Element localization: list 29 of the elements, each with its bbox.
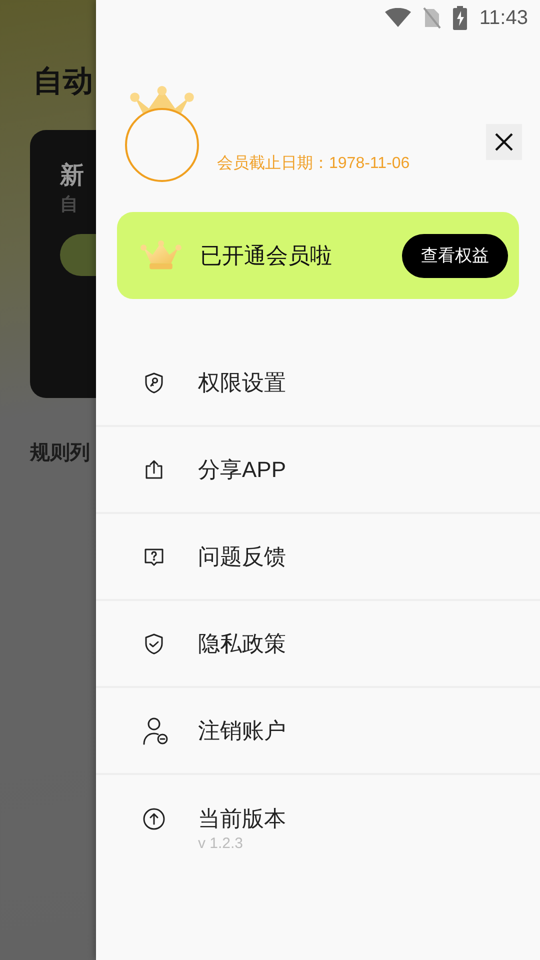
- view-benefits-button[interactable]: 查看权益: [402, 234, 508, 278]
- section-title: 规则列: [30, 441, 90, 466]
- menu-item[interactable]: 隐私政策: [96, 601, 540, 688]
- no-sim-icon: [423, 7, 442, 29]
- menu-label: 注销账户: [198, 716, 286, 744]
- member-crown-icon: [140, 240, 182, 272]
- close-button[interactable]: [486, 124, 522, 160]
- close-icon: [494, 132, 514, 152]
- menu-label: 当前版本: [198, 804, 286, 832]
- menu-item[interactable]: 当前版本 v 1.2.3: [96, 775, 540, 862]
- menu-item[interactable]: 分享APP: [96, 427, 540, 514]
- menu-label: 分享APP: [198, 456, 286, 484]
- battery-charging-icon: [453, 6, 468, 30]
- page-title: 自动: [32, 64, 93, 100]
- menu-label: 隐私政策: [198, 630, 286, 658]
- menu-item[interactable]: 权限设置: [96, 340, 540, 427]
- user-minus-icon: [142, 716, 170, 746]
- menu-item[interactable]: 问题反馈: [96, 514, 540, 601]
- status-time: 11:43: [479, 8, 528, 28]
- menu-item[interactable]: 注销账户: [96, 688, 540, 775]
- arrow-up-circle-icon: [142, 806, 166, 830]
- membership-expiry: 会员截止日期：1978-11-06: [217, 154, 410, 174]
- menu-label: 问题反馈: [198, 542, 286, 570]
- menu-label: 权限设置: [198, 368, 286, 396]
- card-title: 新: [60, 161, 84, 191]
- wifi-icon: [385, 8, 412, 28]
- version-number: v 1.2.3: [198, 834, 244, 854]
- card-subtitle: 自: [60, 193, 78, 216]
- member-status: 已开通会员啦: [200, 242, 332, 270]
